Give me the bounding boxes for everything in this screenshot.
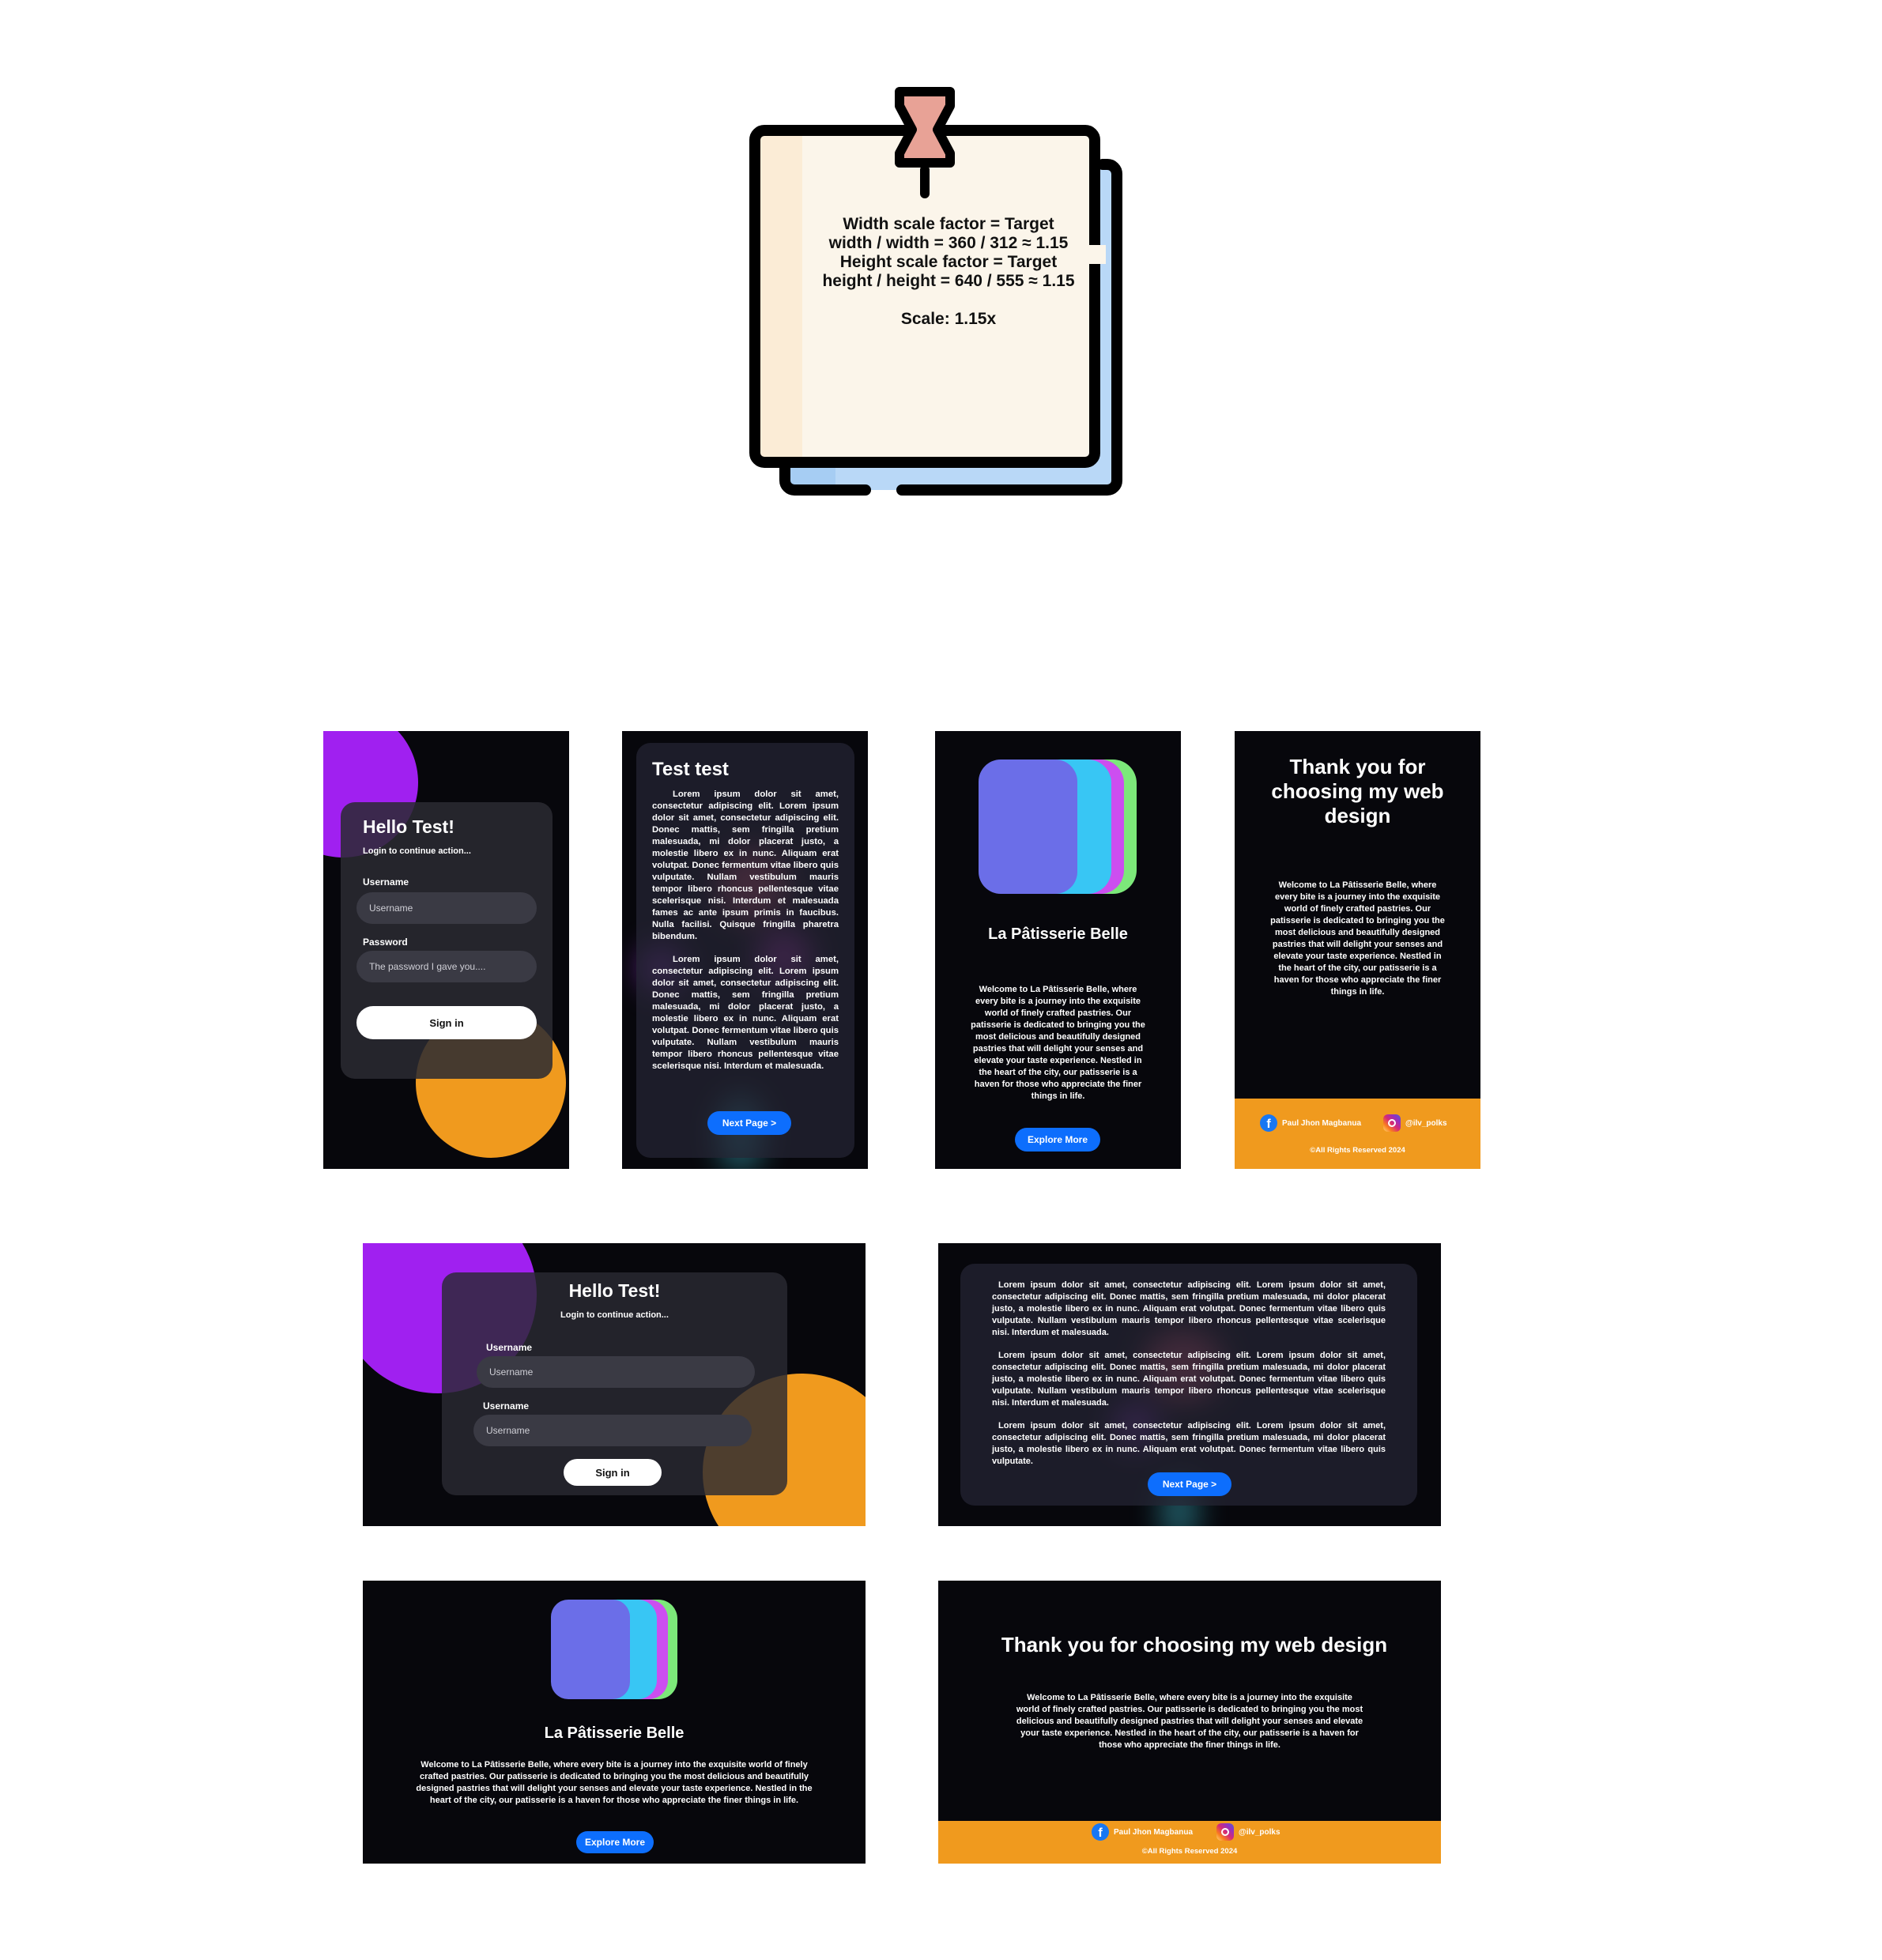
article-paragraph: Lorem ipsum dolor sit amet, consectetur …: [992, 1351, 1386, 1408]
password-label: Password: [363, 937, 408, 948]
sign-in-button[interactable]: Sign in: [356, 1006, 537, 1039]
article-paragraph: Lorem ipsum dolor sit amet, consectetur …: [992, 1421, 1386, 1466]
explore-more-button[interactable]: Explore More: [1015, 1128, 1100, 1152]
username-label: Username: [363, 876, 409, 888]
article-card: Lorem ipsum dolor sit amet, consectetur …: [960, 1264, 1417, 1506]
article-card: Test test Lorem ipsum dolor sit amet, co…: [636, 743, 854, 1158]
article-title: Test test: [652, 759, 729, 780]
thanks-title: Thank you for choosing my web design: [1001, 1633, 1388, 1657]
instagram-icon: [1216, 1823, 1234, 1841]
instagram-link[interactable]: @ilv_polks: [1383, 1114, 1447, 1132]
password-input[interactable]: The password I gave you....: [356, 951, 537, 982]
brand-description: Welcome to La Pâtisserie Belle, where ev…: [416, 1760, 813, 1805]
instagram-icon: [1383, 1114, 1401, 1132]
login-card: Hello Test! Login to continue action... …: [341, 802, 553, 1079]
brand-name: La Pâtisserie Belle: [544, 1724, 685, 1742]
username-label: Username: [486, 1342, 533, 1353]
app-logo-icon: [979, 760, 1138, 895]
next-page-button[interactable]: Next Page >: [1148, 1472, 1231, 1496]
username-input[interactable]: Username: [477, 1356, 755, 1388]
login-subtitle: Login to continue action...: [363, 846, 471, 856]
copyright: ©All Rights Reserved 2024: [1310, 1146, 1405, 1155]
desktop-patisserie-frame: La Pâtisserie Belle Welcome to La Pâtiss…: [363, 1581, 866, 1864]
note-line: Scale: 1.15x: [900, 310, 997, 328]
facebook-name: Paul Jhon Magbanua: [1282, 1118, 1362, 1128]
mobile-article-frame: Test test Lorem ipsum dolor sit amet, co…: [622, 731, 868, 1169]
note-line: [822, 291, 1075, 310]
username-input[interactable]: Username: [356, 892, 537, 924]
login-subtitle: Login to continue action...: [560, 1310, 669, 1320]
facebook-link[interactable]: f Paul Jhon Magbanua: [1092, 1823, 1193, 1841]
thanks-title: Thank you for choosing my web design: [1271, 755, 1444, 827]
footer: f Paul Jhon Magbanua @ilv_polks ©All Rig…: [1235, 1099, 1480, 1169]
desktop-login-frame: Hello Test! Login to continue action... …: [363, 1243, 866, 1526]
thanks-description: Welcome to La Pâtisserie Belle, where ev…: [1270, 880, 1445, 997]
sticky-note: Width scale factor = Target width / widt…: [747, 87, 1126, 498]
sign-in-button[interactable]: Sign in: [564, 1459, 662, 1486]
note-line: Height scale factor = Target height / he…: [822, 253, 1075, 290]
mobile-patisserie-frame: La Pâtisserie Belle Welcome to La Pâtiss…: [935, 731, 1181, 1169]
explore-more-button[interactable]: Explore More: [576, 1831, 654, 1853]
footer: f Paul Jhon Magbanua @ilv_polks ©All Rig…: [938, 1821, 1441, 1864]
desktop-thanks-frame: Thank you for choosing my web design Wel…: [938, 1581, 1441, 1864]
instagram-handle: @ilv_polks: [1239, 1827, 1280, 1837]
thanks-description: Welcome to La Pâtisserie Belle, where ev…: [1016, 1693, 1363, 1750]
facebook-icon: f: [1260, 1114, 1277, 1132]
copyright: ©All Rights Reserved 2024: [1141, 1847, 1238, 1856]
facebook-name: Paul Jhon Magbanua: [1114, 1827, 1194, 1837]
login-title: Hello Test!: [363, 816, 454, 837]
article-paragraph: Lorem ipsum dolor sit amet, consectetur …: [652, 790, 839, 941]
mobile-thanks-frame: Thank you for choosing my web design Wel…: [1235, 731, 1480, 1169]
article-body: Lorem ipsum dolor sit amet, consectetur …: [992, 1280, 1386, 1479]
article-paragraph: Lorem ipsum dolor sit amet, consectetur …: [652, 955, 839, 1071]
second-input[interactable]: Username: [473, 1415, 752, 1446]
article-paragraph: Lorem ipsum dolor sit amet, consectetur …: [992, 1280, 1386, 1337]
mobile-login-frame: Hello Test! Login to continue action... …: [323, 731, 569, 1169]
facebook-link[interactable]: f Paul Jhon Magbanua: [1260, 1114, 1361, 1132]
brand-name: La Pâtisserie Belle: [988, 925, 1128, 943]
login-card: Hello Test! Login to continue action... …: [442, 1272, 787, 1495]
desktop-article-frame: Lorem ipsum dolor sit amet, consectetur …: [938, 1243, 1441, 1526]
note-line: Width scale factor = Target width / widt…: [828, 215, 1069, 252]
instagram-handle: @ilv_polks: [1405, 1118, 1447, 1128]
app-logo-icon: [551, 1600, 679, 1701]
instagram-link[interactable]: @ilv_polks: [1216, 1823, 1280, 1841]
login-title: Hello Test!: [568, 1280, 661, 1301]
article-body: Lorem ipsum dolor sit amet, consectetur …: [652, 789, 839, 1084]
brand-description: Welcome to La Pâtisserie Belle, where ev…: [971, 985, 1145, 1101]
second-label: Username: [483, 1400, 530, 1412]
next-page-button[interactable]: Next Page >: [707, 1111, 791, 1135]
note-text: Width scale factor = Target width / widt…: [822, 215, 1075, 329]
facebook-icon: f: [1092, 1823, 1109, 1841]
